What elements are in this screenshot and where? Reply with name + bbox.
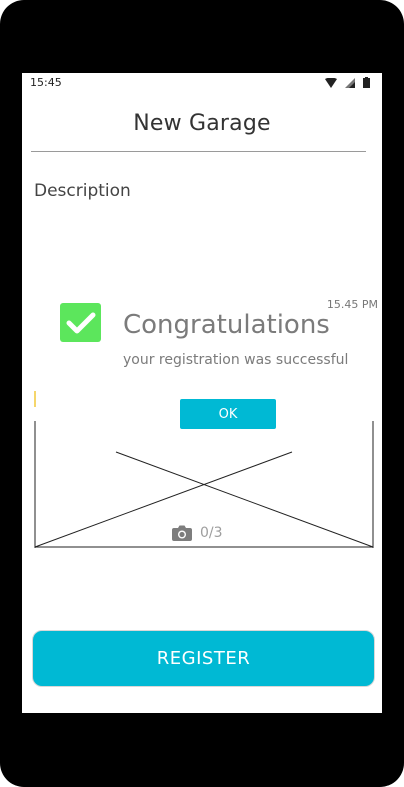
camera-icon	[172, 525, 192, 541]
signal-icon	[345, 77, 355, 88]
register-button[interactable]: REGISTER	[32, 630, 375, 687]
notification-message: your registration was successful	[123, 352, 349, 368]
title-divider	[31, 151, 366, 152]
notification-title: Congratulations	[123, 310, 330, 340]
battery-icon	[363, 77, 370, 88]
app-screen: 15:45 New Garage Description 0/3 REGISTE…	[22, 73, 382, 713]
ok-button[interactable]: OK	[180, 399, 276, 429]
status-icons	[325, 77, 370, 88]
wifi-icon	[325, 77, 337, 88]
photo-counter[interactable]: 0/3	[172, 525, 223, 541]
status-time: 15:45	[30, 76, 62, 89]
page-title: New Garage	[133, 111, 271, 136]
success-notification: 15.45 PM Congratulations your registrati…	[37, 288, 380, 368]
notification-time: 15.45 PM	[326, 298, 378, 311]
checkmark-icon	[60, 303, 101, 342]
status-bar: 15:45	[22, 73, 382, 93]
phone-frame: 15:45 New Garage Description 0/3 REGISTE…	[0, 0, 404, 787]
photo-count: 0/3	[200, 525, 223, 541]
description-label: Description	[34, 181, 131, 201]
